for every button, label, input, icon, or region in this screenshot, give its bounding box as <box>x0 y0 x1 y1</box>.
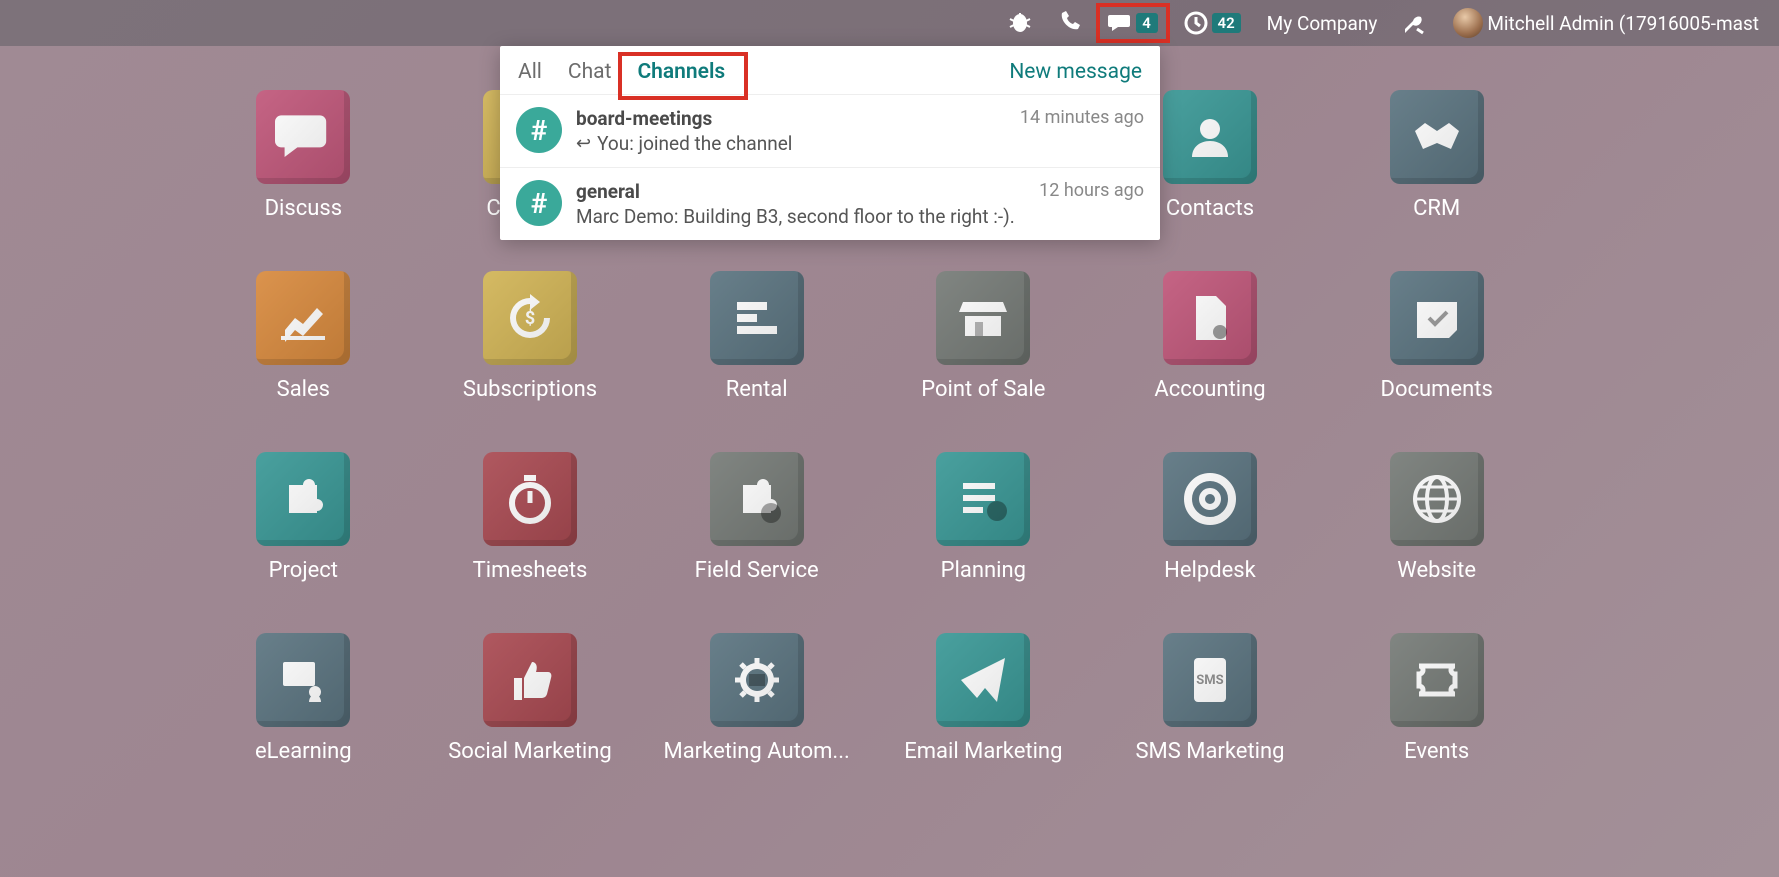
app-label: Planning <box>941 558 1026 583</box>
app-label: Timesheets <box>473 558 588 583</box>
messaging-dropdown: All Chat Channels New message # board-mee… <box>500 46 1160 240</box>
app-label: Rental <box>726 377 788 402</box>
top-bar: 4 42 My Company Mitchell Admin (17916005… <box>0 0 1779 46</box>
app-label: Email Marketing <box>904 739 1062 764</box>
messages-button[interactable]: 4 <box>1098 5 1168 41</box>
app-subscriptions[interactable]: Subscriptions <box>417 271 644 402</box>
teach-icon <box>256 633 350 727</box>
app-label: Sales <box>277 377 330 402</box>
app-label: Discuss <box>265 196 343 221</box>
hash-icon: # <box>516 107 562 153</box>
tab-chat[interactable]: Chat <box>568 60 612 84</box>
reply-icon: ↩ <box>576 133 591 154</box>
app-label: Point of Sale <box>921 377 1045 402</box>
handshake-icon <box>1390 90 1484 184</box>
app-events[interactable]: Events <box>1323 633 1550 764</box>
thumbs-up-icon <box>483 633 577 727</box>
store-icon <box>936 271 1030 365</box>
file-gear-icon <box>1163 271 1257 365</box>
send-icon <box>936 633 1030 727</box>
settings-button[interactable] <box>1393 5 1437 41</box>
app-field-service[interactable]: Field Service <box>643 452 870 583</box>
app-timesheets[interactable]: Timesheets <box>417 452 644 583</box>
app-accounting[interactable]: Accounting <box>1097 271 1324 402</box>
app-planning[interactable]: Planning <box>870 452 1097 583</box>
messages-badge: 4 <box>1136 13 1158 33</box>
gantt-icon <box>710 271 804 365</box>
puzzle-clock-icon <box>710 452 804 546</box>
tab-all[interactable]: All <box>518 60 542 84</box>
contact-icon <box>1163 90 1257 184</box>
activities-button[interactable]: 42 <box>1174 5 1251 41</box>
speech-icon <box>1108 11 1132 35</box>
app-point-of-sale[interactable]: Point of Sale <box>870 271 1097 402</box>
app-rental[interactable]: Rental <box>643 271 870 402</box>
app-discuss[interactable]: Discuss <box>190 90 417 221</box>
app-documents[interactable]: Documents <box>1323 271 1550 402</box>
debug-button[interactable] <box>998 5 1042 41</box>
app-project[interactable]: Project <box>190 452 417 583</box>
app-label: Website <box>1397 558 1476 583</box>
user-name: Mitchell Admin (17916005-mast <box>1487 12 1759 35</box>
list-clock-icon <box>936 452 1030 546</box>
clock-icon <box>1184 11 1208 35</box>
puzzle-icon <box>256 452 350 546</box>
channel-item[interactable]: # board-meetings 14 minutes ago ↩ You: joine… <box>500 95 1160 168</box>
channel-time: 12 hours ago <box>1039 180 1144 203</box>
gear-mail-icon <box>710 633 804 727</box>
channel-preview: You: joined the channel <box>597 132 792 155</box>
app-marketing-autom-[interactable]: Marketing Autom... <box>643 633 870 764</box>
tab-channels[interactable]: Channels <box>637 60 725 84</box>
app-sms-marketing[interactable]: SMS Marketing <box>1097 633 1324 764</box>
messaging-tabs: All Chat Channels New message <box>500 46 1160 95</box>
app-label: Contacts <box>1166 196 1254 221</box>
channel-time: 14 minutes ago <box>1020 107 1144 130</box>
app-label: Field Service <box>695 558 819 583</box>
channel-name: general <box>576 180 640 203</box>
app-helpdesk[interactable]: Helpdesk <box>1097 452 1324 583</box>
app-website[interactable]: Website <box>1323 452 1550 583</box>
lifebuoy-icon <box>1163 452 1257 546</box>
app-elearning[interactable]: eLearning <box>190 633 417 764</box>
sms-icon <box>1163 633 1257 727</box>
inbox-check-icon <box>1390 271 1484 365</box>
app-label: Project <box>269 558 338 583</box>
new-message-button[interactable]: New message <box>1009 60 1142 84</box>
growth-icon <box>256 271 350 365</box>
avatar-icon <box>1453 8 1483 38</box>
channel-item[interactable]: # general 12 hours ago Marc Demo: Building … <box>500 168 1160 240</box>
app-label: eLearning <box>255 739 352 764</box>
channel-preview: Marc Demo: Building B3, second floor to … <box>576 205 1015 228</box>
app-label: Accounting <box>1154 377 1265 402</box>
activities-badge: 42 <box>1212 13 1241 33</box>
refresh-dollar-icon <box>483 271 577 365</box>
app-label: SMS Marketing <box>1135 739 1284 764</box>
app-email-marketing[interactable]: Email Marketing <box>870 633 1097 764</box>
app-label: Helpdesk <box>1164 558 1256 583</box>
chat-bubble-icon <box>256 90 350 184</box>
globe-icon <box>1390 452 1484 546</box>
company-switcher[interactable]: My Company <box>1257 6 1388 41</box>
stopwatch-icon <box>483 452 577 546</box>
app-label: Subscriptions <box>463 377 597 402</box>
app-label: Social Marketing <box>448 739 612 764</box>
app-label: Marketing Autom... <box>664 739 850 764</box>
app-social-marketing[interactable]: Social Marketing <box>417 633 644 764</box>
hash-icon: # <box>516 180 562 226</box>
user-menu[interactable]: Mitchell Admin (17916005-mast <box>1443 2 1769 44</box>
app-label: Events <box>1404 739 1469 764</box>
app-label: CRM <box>1413 196 1460 221</box>
ticket-icon <box>1390 633 1484 727</box>
voip-button[interactable] <box>1048 5 1092 41</box>
channel-name: board-meetings <box>576 107 712 130</box>
app-label: Documents <box>1381 377 1493 402</box>
app-crm[interactable]: CRM <box>1323 90 1550 221</box>
app-sales[interactable]: Sales <box>190 271 417 402</box>
